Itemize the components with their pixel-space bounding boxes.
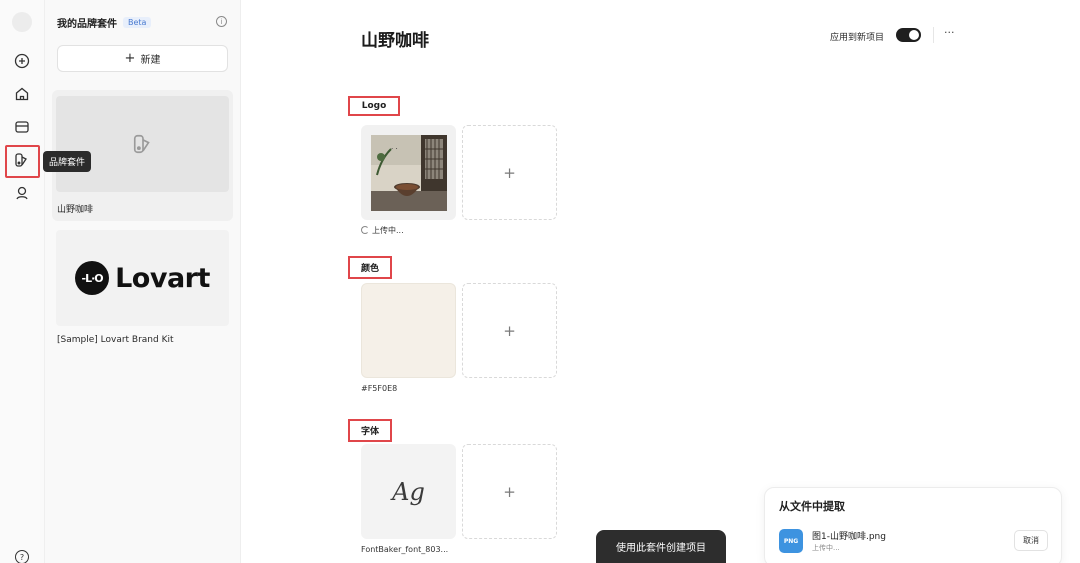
user-icon[interactable] xyxy=(12,183,32,203)
lovart-logo-mark: -L·O xyxy=(75,261,110,295)
folder-icon[interactable] xyxy=(12,117,32,137)
kit-name: [Sample] Lovart Brand Kit xyxy=(57,335,174,345)
app-logo[interactable] xyxy=(12,12,32,32)
svg-text:· ·: · · xyxy=(391,145,398,153)
spinner-icon xyxy=(361,226,369,234)
apply-to-new-project-label: 应用到新项目 xyxy=(830,33,885,43)
brand-kit-icon xyxy=(133,134,150,154)
logo-caption-text: 上传中... xyxy=(372,226,404,235)
more-menu-icon[interactable]: ··· xyxy=(944,26,955,39)
font-tile[interactable]: Ag xyxy=(361,444,456,539)
kit-thumbnail: -L·O Lovart xyxy=(56,230,229,326)
header-divider xyxy=(933,27,934,43)
icon-rail: ? xyxy=(0,0,45,563)
info-icon[interactable]: i xyxy=(216,16,227,27)
page-title: 山野咖啡 xyxy=(361,31,429,51)
font-sample: Ag xyxy=(392,477,425,506)
lovart-logo: -L·O Lovart xyxy=(75,261,210,295)
extract-title: 从文件中提取 xyxy=(779,500,845,513)
cancel-button[interactable]: 取消 xyxy=(1014,530,1048,551)
font-name-caption: FontBaker_font_803... xyxy=(361,545,449,554)
beta-badge: Beta xyxy=(123,17,152,28)
panel-header: 我的品牌套件 Beta xyxy=(57,15,152,30)
panel-title: 我的品牌套件 xyxy=(57,19,117,30)
add-logo-button[interactable]: + xyxy=(462,125,557,220)
create-project-button[interactable]: 使用此套件创建项目 xyxy=(596,530,726,563)
file-upload-status: 上传中... xyxy=(812,544,840,552)
new-kit-button[interactable]: + 新建 xyxy=(57,45,228,72)
lovart-logo-text: Lovart xyxy=(115,262,210,294)
help-icon[interactable]: ? xyxy=(15,550,29,563)
logo-image: · · xyxy=(370,134,447,211)
brand-kit-icon[interactable] xyxy=(12,150,32,170)
section-label-color: 颜色 xyxy=(348,256,392,279)
logo-tile[interactable]: · · xyxy=(361,125,456,220)
kit-name: 山野咖啡 xyxy=(57,205,94,215)
new-kit-label: 新建 xyxy=(140,55,161,66)
plus-icon: + xyxy=(124,51,136,66)
apply-toggle[interactable] xyxy=(896,28,921,42)
brand-kit-tooltip: 品牌套件 xyxy=(43,151,92,172)
kit-thumbnail xyxy=(56,96,229,192)
add-color-button[interactable]: + xyxy=(462,283,557,378)
plus-circle-icon[interactable] xyxy=(12,51,32,71)
file-name: 图1-山野咖啡.png xyxy=(812,532,886,542)
logo-upload-status: 上传中... xyxy=(361,225,404,236)
color-swatch[interactable] xyxy=(361,283,456,378)
section-label-logo: Logo xyxy=(348,96,400,116)
home-icon[interactable] xyxy=(12,84,32,104)
png-file-icon: PNG xyxy=(779,529,803,553)
extract-from-file-card: 从文件中提取 PNG 图1-山野咖啡.png 上传中... 取消 xyxy=(764,487,1062,563)
color-hex-caption: #F5F0E8 xyxy=(361,384,398,393)
section-label-font: 字体 xyxy=(348,419,392,442)
kit-card-lovart-sample[interactable]: -L·O Lovart [Sample] Lovart Brand Kit xyxy=(52,228,233,348)
brand-kit-panel: 我的品牌套件 Beta i + 新建 山野咖啡 -L·O Lovart [Sam… xyxy=(45,0,241,563)
toggle-knob xyxy=(909,30,919,40)
add-font-button[interactable]: + xyxy=(462,444,557,539)
